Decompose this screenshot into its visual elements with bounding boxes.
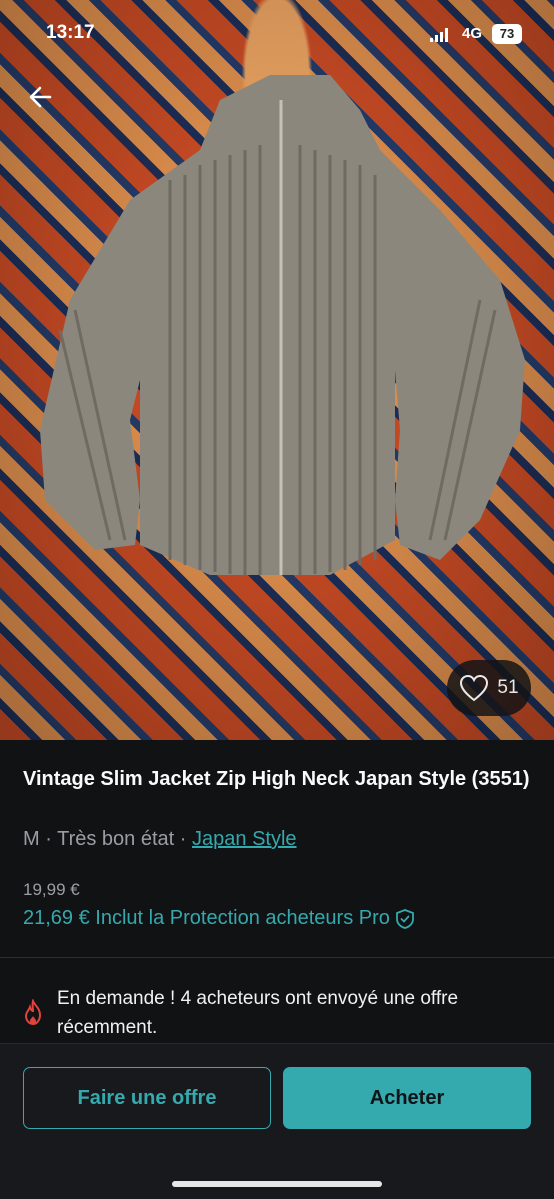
back-arrow-icon[interactable] — [24, 80, 58, 114]
home-indicator[interactable] — [172, 1181, 382, 1187]
shield-check-icon — [395, 908, 414, 929]
signal-icon — [430, 28, 448, 42]
action-bar: Faire une offre Acheter — [0, 1043, 554, 1199]
price-with-protection[interactable]: 21,69 € Inclut la Protection acheteurs P… — [23, 907, 416, 930]
network-label: 4G — [462, 25, 483, 42]
condition-label: Très bon état — [57, 828, 175, 850]
demand-notice: En demande ! 4 acheteurs ont envoyé une … — [23, 984, 533, 1042]
meta-separator: · — [45, 828, 52, 850]
item-price: 19,99 € — [23, 880, 80, 899]
price-total-label: 21,69 € Inclut la Protection acheteurs P… — [23, 907, 390, 929]
meta-separator: · — [179, 828, 187, 850]
battery-icon: 73 — [492, 24, 522, 44]
flame-icon — [24, 999, 42, 1026]
demand-message: En demande ! 4 acheteurs ont envoyé une … — [57, 988, 459, 1038]
jacket-image — [40, 75, 525, 575]
listing-meta: M · Très bon état · Japan Style — [23, 828, 297, 851]
like-count: 51 — [497, 677, 519, 698]
size-label: M — [23, 828, 40, 850]
divider — [0, 957, 554, 958]
like-button[interactable]: 51 — [447, 660, 531, 716]
make-offer-button[interactable]: Faire une offre — [23, 1067, 271, 1129]
listing-title: Vintage Slim Jacket Zip High Neck Japan … — [23, 768, 530, 790]
heart-icon — [460, 674, 489, 702]
status-bar: 13:17 4G 73 — [0, 0, 554, 70]
product-photo[interactable]: 13:17 4G 73 51 — [0, 0, 554, 740]
status-time: 13:17 — [46, 22, 95, 43]
brand-link[interactable]: Japan Style — [192, 828, 297, 850]
buy-button[interactable]: Acheter — [283, 1067, 531, 1129]
